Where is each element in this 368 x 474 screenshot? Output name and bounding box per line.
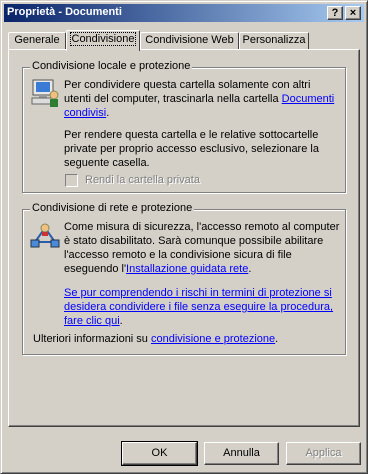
documenti-condivisi-link[interactable]: Documenti xyxy=(282,93,335,105)
help-button[interactable]: ? xyxy=(327,6,343,20)
share-without-wizard-link-line1[interactable]: Se pur comprendendo i rischi in termini … xyxy=(64,286,332,300)
local-para2-line2: private per proprio accesso esclusivo, s… xyxy=(64,143,319,155)
share-without-wizard-line3: fare clic qui. xyxy=(64,315,123,327)
sharing-panel: Condivisione locale e protezione Per con… xyxy=(8,49,360,427)
click-here-link[interactable]: fare clic qui xyxy=(64,315,120,327)
local-sharing-group: Condivisione locale e protezione Per con… xyxy=(22,60,346,193)
network-wizard-link[interactable]: Installazione guidata rete xyxy=(126,263,248,275)
tab-generale[interactable]: Generale xyxy=(8,32,66,49)
network-line3: l'accesso remoto e la condivisione sicur… xyxy=(64,249,292,261)
tab-condivisione-web[interactable]: Condivisione Web xyxy=(140,32,239,49)
network-icon xyxy=(30,223,60,248)
documenti-condivisi-link-cont[interactable]: condivisi xyxy=(64,107,106,119)
network-line1: Come misura di sicurezza, l'accesso remo… xyxy=(64,221,340,233)
share-without-wizard-link-line2[interactable]: desidera condividere i file senza esegui… xyxy=(64,300,333,314)
local-para2-line1: Per rendere questa cartella e le relativ… xyxy=(64,129,319,141)
more-info-line: Ulteriori informazioni su condivisione e… xyxy=(33,333,279,345)
network-line2: è stato disabilitato. Sarà comunque poss… xyxy=(64,235,324,247)
private-folder-label: Rendi la cartella privata xyxy=(85,174,200,186)
local-para1-line3: condivisi. xyxy=(64,107,110,119)
private-folder-checkbox[interactable] xyxy=(65,174,78,187)
cancel-button[interactable]: Annulla xyxy=(204,442,279,465)
tab-condivisione[interactable]: Condivisione xyxy=(66,30,140,51)
network-line4: eseguendo l'Installazione guidata rete. xyxy=(64,263,252,275)
computer-users-icon xyxy=(31,79,59,107)
sharing-security-link[interactable]: condivisione e protezione xyxy=(151,333,275,345)
window-title: Proprietà - Documenti xyxy=(7,6,122,18)
properties-window: Proprietà - Documenti ? × Generale Condi… xyxy=(0,0,368,474)
local-group-legend: Condivisione locale e protezione xyxy=(30,60,193,72)
network-group-legend: Condivisione di rete e protezione xyxy=(30,202,195,214)
apply-button[interactable]: Applica xyxy=(286,442,361,465)
ok-button[interactable]: OK xyxy=(121,441,198,466)
local-para1-line1: Per condividere questa cartella solament… xyxy=(64,79,311,91)
title-bar[interactable]: Proprietà - Documenti ? × xyxy=(4,4,364,22)
tab-personalizza[interactable]: Personalizza xyxy=(239,32,309,49)
local-para2-line3: seguente casella. xyxy=(64,157,150,169)
close-button[interactable]: × xyxy=(345,6,361,20)
local-para1-line2: utenti del computer, trascinarla nella c… xyxy=(64,93,335,105)
